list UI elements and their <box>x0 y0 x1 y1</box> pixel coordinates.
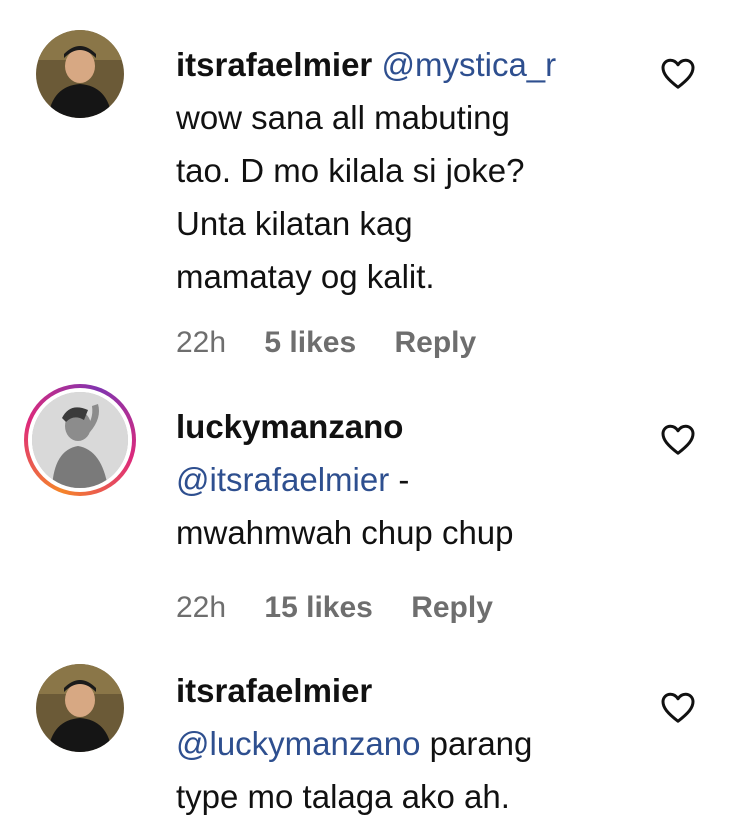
story-ring[interactable] <box>24 384 136 496</box>
comment-text: - <box>389 461 410 498</box>
comment-text: parang <box>420 725 533 762</box>
comment-text-line: mwahmwah chup chup <box>176 514 514 551</box>
comment-text-line: Unta kilatan kag <box>176 205 413 242</box>
likes-count[interactable]: 15 likes <box>264 591 372 624</box>
comment-timestamp: 22h <box>176 326 227 359</box>
comment-item: itsrafaelmier @mystica_r wow sana all ma… <box>0 0 750 380</box>
comment-mention[interactable]: @luckymanzano <box>176 725 420 762</box>
comment-text-line: type mo talaga ako ah. <box>176 778 510 815</box>
comment-mention[interactable]: @mystica_r <box>381 46 556 83</box>
comment-mention[interactable]: @itsrafaelmier <box>176 461 389 498</box>
comment-username[interactable]: luckymanzano <box>176 408 403 445</box>
comment-item: luckymanzano @itsrafaelmier - mwahmwah c… <box>0 380 750 650</box>
comment-username[interactable]: itsrafaelmier <box>176 46 372 83</box>
comment-text-line: mamatay og kalit. <box>176 258 435 295</box>
avatar[interactable] <box>32 392 128 488</box>
comment-text-line: tao. D mo kilala si joke? <box>176 152 525 189</box>
comment-timestamp: 22h <box>176 591 227 624</box>
heart-outline-icon[interactable] <box>660 690 696 724</box>
comment-meta: 22h 5 likes Reply <box>176 326 506 360</box>
reply-button[interactable]: Reply <box>411 591 493 624</box>
comment-meta: 22h 15 likes Reply <box>176 591 523 625</box>
comment-text-line: wow sana all mabuting <box>176 99 510 136</box>
avatar[interactable] <box>36 664 124 752</box>
comment-body: itsrafaelmier @mystica_r wow sana all ma… <box>176 38 646 303</box>
heart-outline-icon[interactable] <box>660 56 696 90</box>
comment-item: itsrafaelmier @luckymanzano parang type … <box>0 650 750 826</box>
reply-button[interactable]: Reply <box>395 326 477 359</box>
comment-body: luckymanzano @itsrafaelmier - mwahmwah c… <box>176 400 646 559</box>
heart-outline-icon[interactable] <box>660 422 696 456</box>
avatar[interactable] <box>36 30 124 118</box>
comment-body: itsrafaelmier @luckymanzano parang type … <box>176 664 646 823</box>
likes-count[interactable]: 5 likes <box>264 326 356 359</box>
comment-username[interactable]: itsrafaelmier <box>176 672 372 709</box>
